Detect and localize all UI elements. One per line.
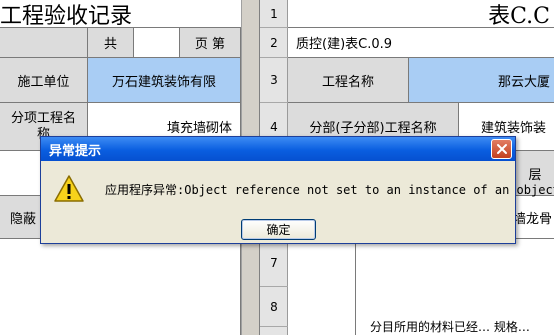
project-name-value[interactable]: 那云大厦 (409, 58, 554, 103)
blank-cell[interactable] (0, 28, 88, 58)
error-message: 应用程序异常:Object reference not set to an in… (105, 183, 554, 197)
close-button[interactable] (491, 139, 512, 159)
sheet-title: 工程验收记录 (0, 0, 241, 28)
close-icon (496, 144, 507, 154)
construction-unit-label[interactable]: 施工单位 (0, 58, 88, 103)
error-dialog: 异常提示 应用程序异常:Object reference not set to … (40, 136, 554, 244)
row-number[interactable]: 7 (260, 239, 288, 287)
bottom-left-cell[interactable] (288, 239, 356, 335)
ok-button[interactable]: 确定 (241, 219, 316, 240)
row-number[interactable]: 2 (260, 28, 288, 58)
page-total-label[interactable]: 共 (88, 28, 134, 58)
lower-area[interactable] (0, 239, 241, 335)
bottom-text[interactable]: 分目所用的材料已经… 规格… (356, 239, 554, 335)
dialog-title: 异常提示 (49, 143, 102, 159)
row-number[interactable]: 3 (260, 58, 288, 103)
page-label[interactable]: 页 第 (180, 28, 241, 58)
page-total-cell[interactable] (134, 28, 180, 58)
row-number[interactable]: 8 (260, 287, 288, 327)
row-number[interactable]: 1 (260, 0, 288, 28)
construction-unit-value[interactable]: 万石建筑装饰有限 (88, 58, 241, 103)
form-code[interactable]: 质控(建)表C.0.9 (288, 28, 554, 58)
project-name-label[interactable]: 工程名称 (288, 58, 409, 103)
warning-icon (54, 175, 84, 202)
dialog-titlebar[interactable]: 异常提示 (41, 137, 515, 161)
table-code-title: 表C.C (288, 0, 554, 28)
